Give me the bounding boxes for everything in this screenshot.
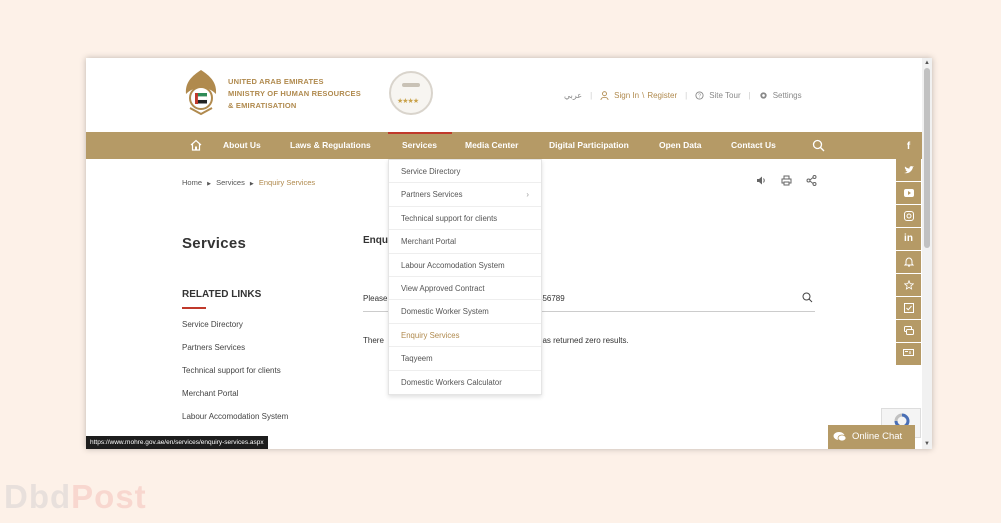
org-name: UNITED ARAB EMIRATES MINISTRY OF HUMAN R… [228, 77, 361, 110]
nav-laws[interactable]: Laws & Regulations [290, 132, 371, 159]
dropdown-item[interactable]: Taqyeem [389, 347, 541, 371]
related-links-list: Service Directory Partners Services Tech… [182, 320, 288, 435]
related-links-heading: RELATED LINKS [182, 289, 262, 300]
svg-text:?: ? [698, 94, 701, 100]
scrollbar[interactable]: ▲ ▼ [922, 58, 932, 449]
nav-services[interactable]: Services [402, 132, 437, 159]
result-prefix: There [363, 336, 384, 345]
nav-contact[interactable]: Contact Us [731, 132, 776, 159]
chat-label: Online Chat [852, 431, 903, 442]
dropdown-item-partners[interactable]: Partners Services › [389, 183, 541, 207]
nav-media[interactable]: Media Center [465, 132, 518, 159]
related-link[interactable]: Technical support for clients [182, 366, 288, 389]
page-title: Services [182, 235, 247, 252]
dropdown-item[interactable]: Service Directory [389, 160, 541, 184]
star-icon[interactable] [896, 274, 921, 296]
site-header: UNITED ARAB EMIRATES MINISTRY OF HUMAN R… [86, 58, 932, 132]
instagram-icon[interactable] [896, 205, 921, 227]
dropdown-item[interactable]: Labour Accomodation System [389, 254, 541, 277]
checklist-icon[interactable] [896, 297, 921, 319]
dbdpost-watermark: DbdPost [4, 478, 147, 516]
translate-icon[interactable] [896, 343, 921, 365]
register-link[interactable]: Register [647, 91, 677, 100]
breadcrumb-current: Enquiry Services [258, 178, 316, 187]
print-icon[interactable] [781, 175, 792, 186]
home-icon[interactable] [190, 139, 202, 151]
bell-icon[interactable] [896, 251, 921, 273]
chevron-right-icon: › [526, 190, 529, 200]
dropdown-item-label: Partners Services [401, 190, 463, 200]
breadcrumb-services[interactable]: Services [216, 178, 245, 187]
scroll-up-icon[interactable]: ▲ [924, 60, 930, 66]
nav-about[interactable]: About Us [223, 132, 261, 159]
enquiry-title: Enqu [363, 235, 388, 246]
user-icon [600, 91, 609, 100]
twitter-icon[interactable] [896, 159, 921, 181]
search-label: Please [363, 294, 388, 303]
question-icon: ? [695, 91, 704, 100]
share-icon[interactable] [806, 175, 817, 186]
breadcrumb: Home ▶ Services ▶ Enquiry Services [182, 178, 315, 187]
star-rating-logo: ★★★★ [389, 71, 433, 115]
language-link[interactable]: عربي [564, 91, 582, 100]
nav-digital[interactable]: Digital Participation [549, 132, 629, 159]
result-suffix: has returned zero results. [538, 336, 629, 345]
settings-link[interactable]: Settings [773, 91, 802, 100]
services-dropdown: Service Directory Partners Services › Tec… [388, 159, 542, 395]
related-link[interactable]: Service Directory [182, 320, 288, 343]
related-link[interactable]: Merchant Portal [182, 389, 288, 412]
linkedin-icon[interactable]: in [896, 228, 921, 250]
dropdown-item[interactable]: Merchant Portal [389, 230, 541, 254]
watermark-part1: Dbd [4, 478, 72, 515]
chat-icon [833, 432, 847, 442]
gear-icon [760, 92, 767, 99]
related-link[interactable]: Labour Accomodation System [182, 412, 288, 435]
dropdown-item-selected[interactable]: Enquiry Services [389, 324, 541, 348]
watermark-part2: Post [71, 478, 147, 515]
scroll-down-icon[interactable]: ▼ [924, 441, 930, 447]
related-link[interactable]: Partners Services [182, 343, 288, 366]
dropdown-item[interactable]: Domestic Workers Calculator [389, 371, 541, 394]
breadcrumb-home[interactable]: Home [182, 178, 202, 187]
online-chat-button[interactable]: Online Chat [828, 425, 915, 449]
dropdown-item[interactable]: View Approved Contract [389, 277, 541, 301]
uae-emblem-icon [185, 70, 217, 116]
speaker-icon[interactable] [756, 175, 767, 186]
browser-screenshot: UNITED ARAB EMIRATES MINISTRY OF HUMAN R… [86, 58, 932, 449]
heading-underline [182, 307, 206, 309]
youtube-icon[interactable] [896, 182, 921, 204]
slash-separator: \ [642, 91, 645, 100]
chat-bubble-icon[interactable] [896, 320, 921, 342]
breadcrumb-arrow-icon: ▶ [207, 181, 211, 187]
sign-in-link[interactable]: Sign In [614, 91, 639, 100]
social-bar: f in [896, 136, 921, 366]
top-links: عربي | Sign In \ Register | ? Site Tour … [564, 91, 802, 100]
search-icon[interactable] [802, 292, 813, 303]
browser-status-url: https://www.mohre.gov.ae/en/services/enq… [86, 436, 268, 449]
breadcrumb-arrow-icon: ▶ [249, 181, 254, 187]
scrollbar-thumb[interactable] [924, 68, 930, 248]
dropdown-item[interactable]: Domestic Worker System [389, 300, 541, 324]
search-icon[interactable] [812, 139, 825, 152]
dropdown-item[interactable]: Technical support for clients [389, 207, 541, 231]
nav-open-data[interactable]: Open Data [659, 132, 702, 159]
page-tools [756, 175, 817, 186]
search-value[interactable]: 456789 [538, 294, 565, 303]
main-nav: About Us Laws & Regulations Services Med… [86, 132, 932, 159]
facebook-icon[interactable]: f [896, 136, 921, 158]
site-tour-link[interactable]: Site Tour [709, 91, 740, 100]
